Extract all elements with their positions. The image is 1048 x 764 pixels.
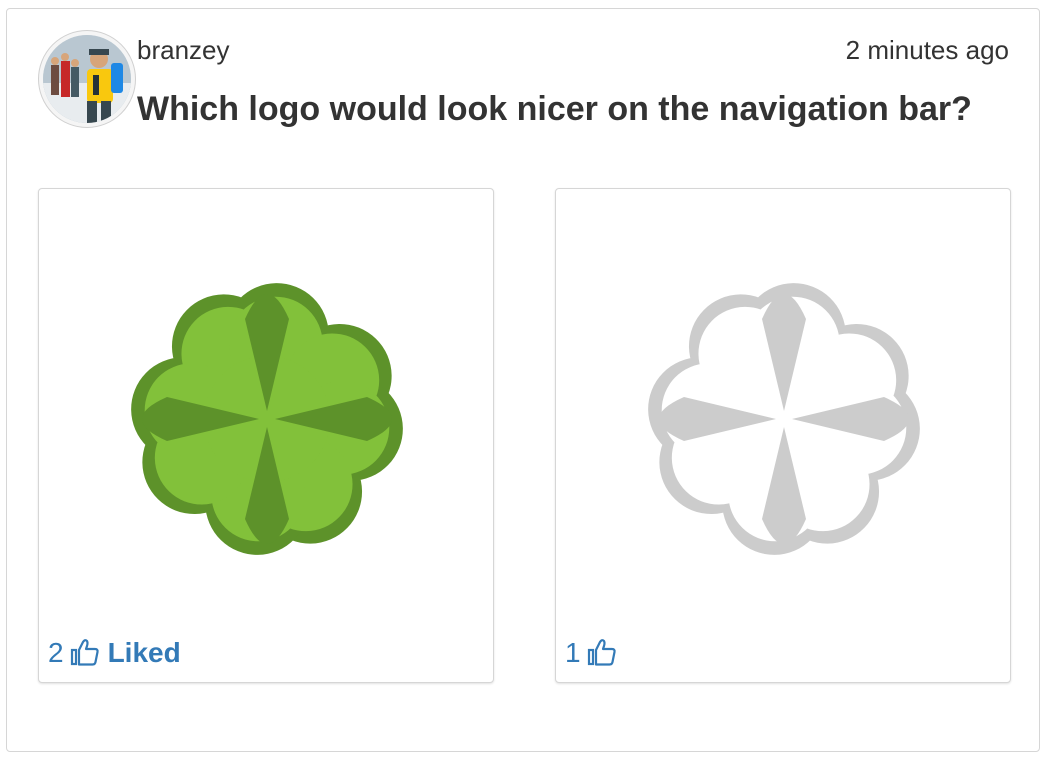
like-bar: 1 <box>565 635 625 671</box>
clover-logo-green[interactable] <box>112 264 422 574</box>
poll-post-card: branzey 2 minutes ago Which logo would l… <box>6 8 1040 752</box>
poll-question: Which logo would look nicer on the navig… <box>137 90 972 128</box>
poll-option-1[interactable]: 2 Liked <box>38 188 494 683</box>
like-count: 2 <box>48 637 64 668</box>
liked-label[interactable]: Liked <box>108 635 181 671</box>
like-count: 1 <box>565 637 581 668</box>
thumbs-up-icon[interactable] <box>70 638 100 668</box>
clover-logo-gray[interactable] <box>629 264 939 574</box>
avatar-image <box>43 35 131 123</box>
poll-option-2[interactable]: 1 <box>555 188 1011 683</box>
avatar[interactable] <box>38 30 136 128</box>
post-timestamp: 2 minutes ago <box>845 35 1009 65</box>
username[interactable]: branzey <box>137 33 230 67</box>
thumbs-up-icon[interactable] <box>587 638 617 668</box>
avatar-photo <box>43 35 131 123</box>
like-bar: 2 Liked <box>48 635 181 671</box>
